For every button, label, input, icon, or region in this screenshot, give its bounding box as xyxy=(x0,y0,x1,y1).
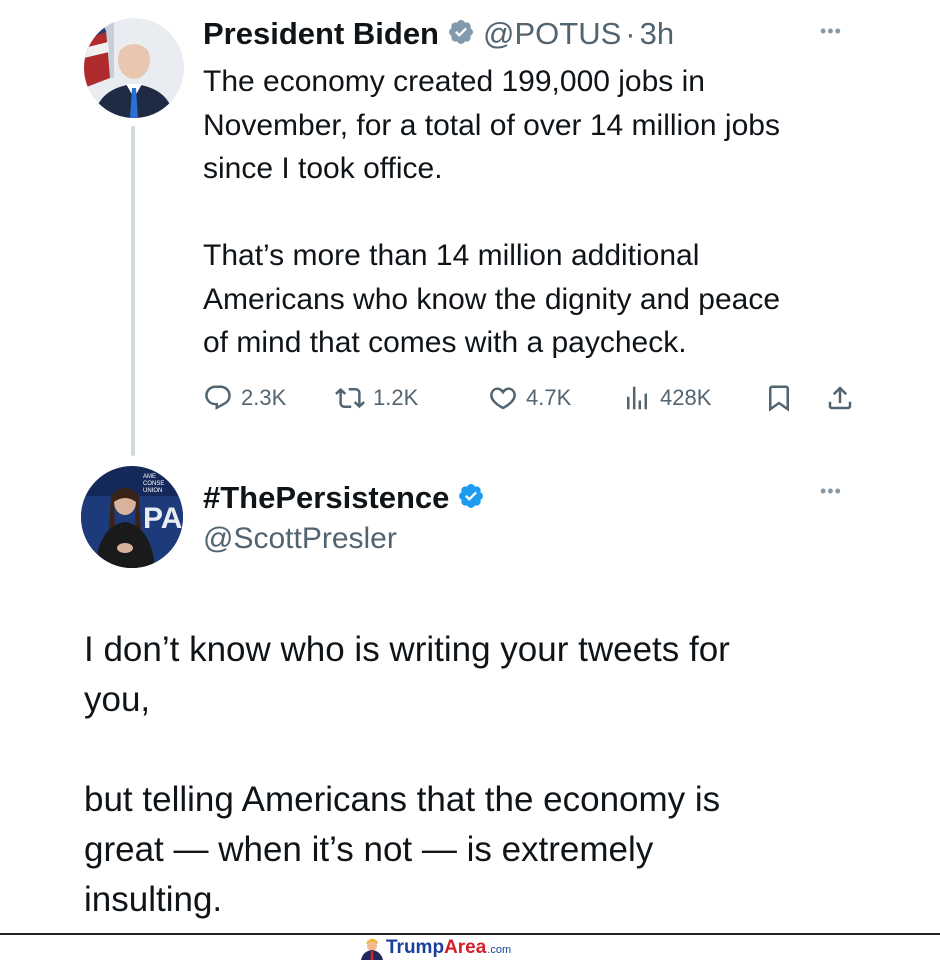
tweet1-timestamp[interactable]: 3h xyxy=(640,16,674,52)
avatar-president-biden[interactable] xyxy=(84,18,184,118)
views-button[interactable]: 428K xyxy=(622,378,711,418)
tweet2-more-options-icon[interactable]: ••• xyxy=(820,482,842,500)
repost-button[interactable]: 1.2K xyxy=(335,378,418,418)
brand-domain-suffix: .com xyxy=(487,943,512,956)
tweet1-handle[interactable]: @POTUS xyxy=(483,16,621,52)
tweet1-author-name[interactable]: President Biden xyxy=(203,16,439,52)
tweet2-author-name[interactable]: #ThePersistence xyxy=(203,480,449,516)
share-icon xyxy=(828,386,852,410)
share-button[interactable] xyxy=(825,378,863,418)
bookmark-button[interactable] xyxy=(764,378,802,418)
brand-area-text: Area xyxy=(444,936,487,958)
tweet1-text: The economy created 199,000 jobs in Nove… xyxy=(203,65,781,359)
tweet1-header: President Biden @POTUS · 3h xyxy=(203,14,674,54)
tweet1-action-bar: 2.3K 1.2K 4.7K 428K xyxy=(203,378,863,418)
bookmark-icon xyxy=(769,385,789,412)
thread-connector-line xyxy=(131,126,135,456)
avatar-thepersistence[interactable]: PA AME CONSE UNION xyxy=(81,466,183,568)
tweet2-handle[interactable]: @ScottPresler xyxy=(203,522,397,556)
repost-count: 1.2K xyxy=(373,385,419,410)
blue-verified-icon xyxy=(457,482,485,515)
like-count: 4.7K xyxy=(526,385,572,410)
svg-text:CONSE: CONSE xyxy=(143,481,164,487)
tweet1-separator: · xyxy=(625,16,636,51)
svg-text:PA: PA xyxy=(143,502,182,535)
repost-icon xyxy=(335,387,365,409)
tweet1-more-options-icon[interactable]: ••• xyxy=(820,22,842,40)
like-button[interactable]: 4.7K xyxy=(488,378,571,418)
reply-button[interactable]: 2.3K xyxy=(203,378,286,418)
reply-count: 2.3K xyxy=(241,385,287,410)
tweet2-text: I don’t know who is writing your tweets … xyxy=(84,630,730,919)
gray-verified-icon xyxy=(447,18,475,51)
heart-icon xyxy=(490,387,516,410)
svg-text:UNION: UNION xyxy=(143,488,162,494)
reply-icon xyxy=(205,385,231,410)
tweet2-header: #ThePersistence xyxy=(203,478,485,518)
analytics-icon xyxy=(627,386,647,410)
trump-figure-icon xyxy=(361,938,383,960)
svg-text:AME: AME xyxy=(143,474,156,480)
views-count: 428K xyxy=(660,385,712,410)
brand-trump-text: Trump xyxy=(386,936,445,958)
trumparea-watermark: Trump Area .com xyxy=(358,935,511,960)
